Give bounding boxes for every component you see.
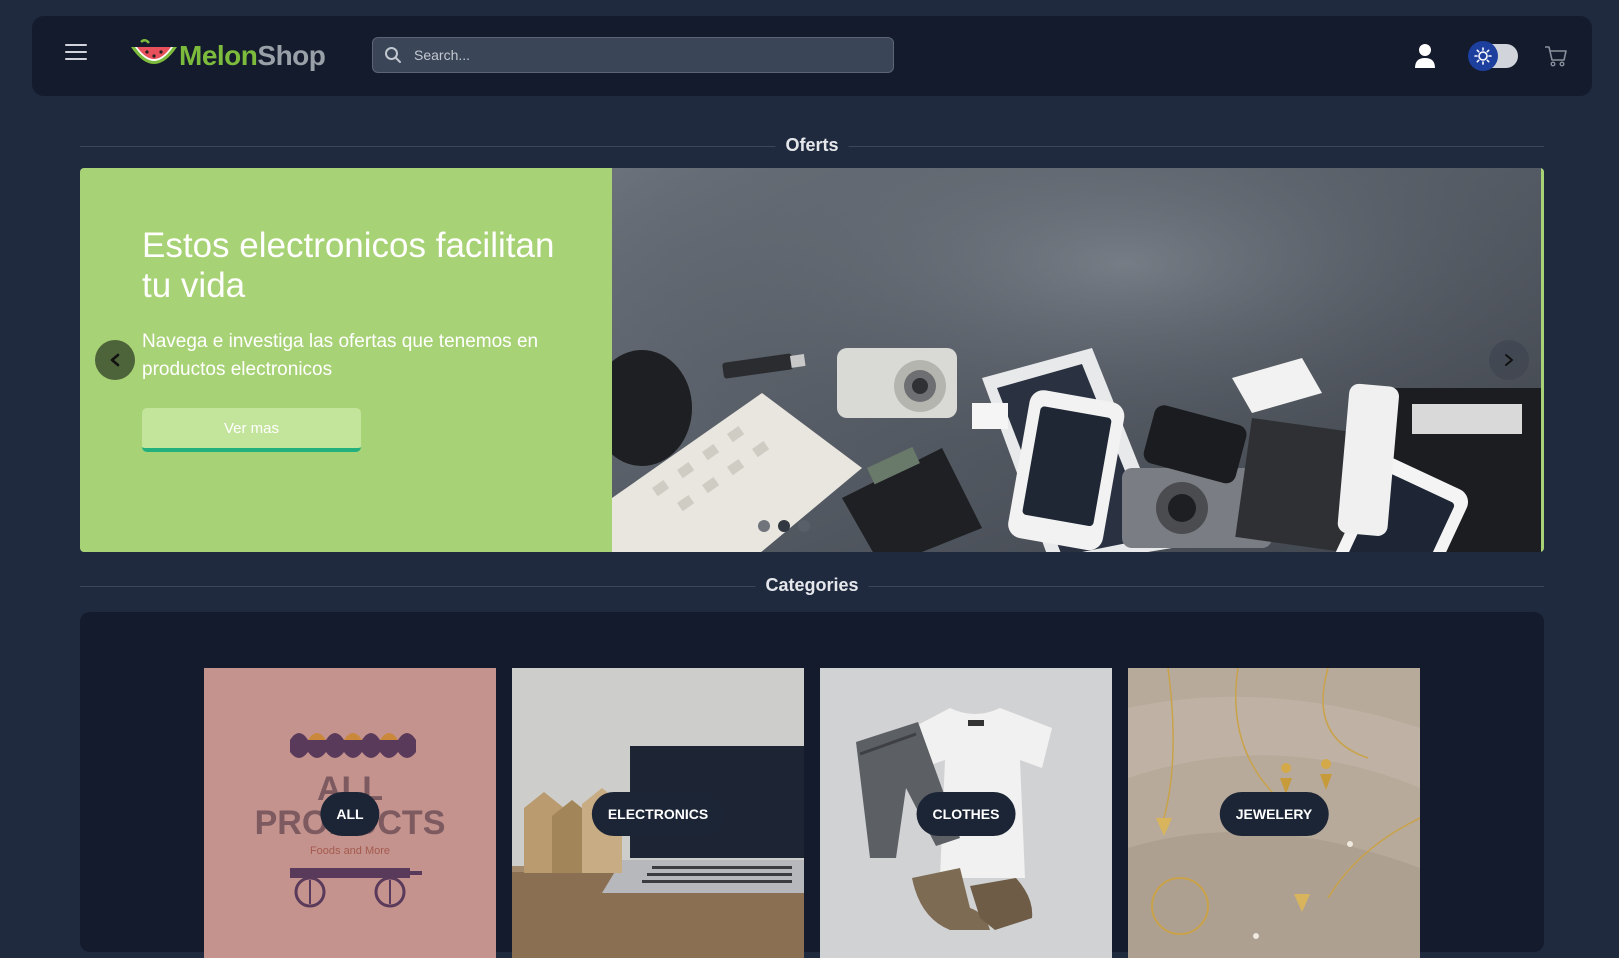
- brand-name: MelonShop: [179, 40, 326, 72]
- carousel-dot[interactable]: [758, 520, 770, 532]
- theme-toggle[interactable]: [1468, 41, 1518, 71]
- categories-section-title: Categories: [755, 575, 869, 596]
- hamburger-menu-icon[interactable]: [65, 44, 87, 68]
- ver-mas-button[interactable]: Ver mas: [142, 408, 361, 452]
- category-label-all[interactable]: ALL: [320, 792, 380, 836]
- offers-section-title: Oferts: [775, 135, 849, 156]
- brand-name-part1: Melon: [179, 40, 258, 71]
- search-icon: [384, 46, 402, 64]
- chevron-right-icon: [1505, 354, 1513, 366]
- category-label-electronics[interactable]: ELECTRONICS: [591, 792, 725, 836]
- category-label-clothes[interactable]: CLOTHES: [916, 792, 1016, 836]
- category-card-jewelery[interactable]: JEWELERY: [1128, 668, 1420, 958]
- slide-description: Navega e investiga las ofertas que tenem…: [142, 331, 539, 380]
- carousel-dot-active[interactable]: [778, 520, 790, 532]
- category-card-all[interactable]: ALL PRODUCTS Foods and More ALL: [204, 668, 496, 958]
- offers-carousel: Estos electronicos facilitan tu vida Nav…: [80, 168, 1544, 552]
- category-label-jewelery[interactable]: JEWELERY: [1219, 792, 1329, 836]
- foods-and-more-text: Foods and More: [310, 845, 390, 857]
- offers-section-header: Oferts: [80, 135, 1544, 159]
- slide-text-panel: Estos electronicos facilitan tu vida Nav…: [80, 168, 612, 552]
- categories-section-header: Categories: [80, 575, 1544, 599]
- category-card-electronics[interactable]: ELECTRONICS: [512, 668, 804, 958]
- brand-name-part2: Shop: [257, 40, 326, 71]
- search-bar: [372, 37, 894, 73]
- brand-logo[interactable]: MelonShop: [127, 36, 326, 76]
- slide-title: Estos electronicos facilitan tu vida: [142, 226, 555, 305]
- chevron-left-icon: [110, 353, 120, 367]
- user-icon[interactable]: [1413, 43, 1437, 69]
- sun-icon: [1468, 41, 1498, 71]
- carousel-next-button[interactable]: [1489, 340, 1529, 380]
- cart-icon[interactable]: [1543, 43, 1569, 69]
- category-card-clothes[interactable]: CLOTHES: [820, 668, 1112, 958]
- carousel-prev-button[interactable]: [95, 340, 135, 380]
- categories-panel: ALL PRODUCTS Foods and More ALL: [80, 612, 1544, 958]
- navbar: MelonShop: [32, 16, 1592, 96]
- watermelon-logo-icon: [131, 39, 177, 64]
- carousel-indicators: [758, 520, 810, 532]
- electronics-banner-image: [612, 168, 1544, 552]
- slide-edge: [1541, 168, 1544, 552]
- carousel-dot[interactable]: [798, 520, 810, 532]
- search-input[interactable]: [412, 46, 893, 64]
